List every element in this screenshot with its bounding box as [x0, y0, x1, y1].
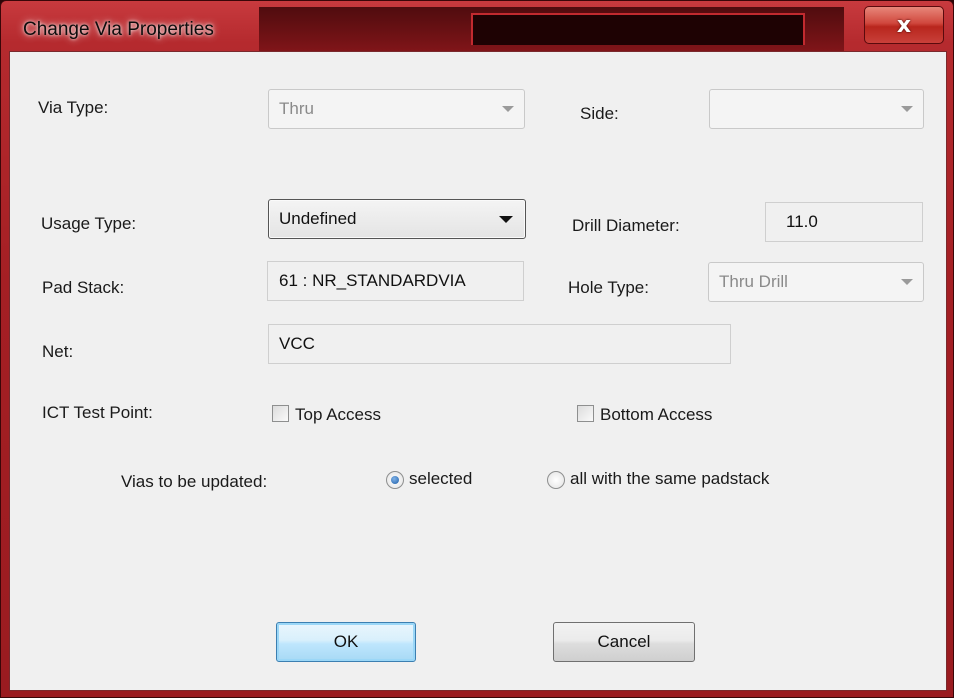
pad-stack-field[interactable]: 61 : NR_STANDARDVIA — [267, 261, 524, 301]
chevron-down-icon — [901, 106, 913, 112]
usage-type-label: Usage Type: — [41, 214, 137, 233]
net-field[interactable]: VCC — [268, 324, 731, 364]
net-value: VCC — [279, 334, 315, 353]
radio-selected-dot — [391, 476, 399, 484]
hole-type-value: Thru Drill — [719, 272, 788, 291]
top-access-label[interactable]: Top Access — [295, 405, 381, 425]
ict-test-point-label: ICT Test Point: — [42, 403, 153, 422]
usage-type-dropdown[interactable]: Undefined — [268, 199, 526, 239]
hole-type-label: Hole Type: — [568, 278, 649, 297]
chevron-down-icon — [502, 106, 514, 112]
via-type-label: Via Type: — [38, 98, 109, 117]
cancel-button[interactable]: Cancel — [553, 622, 695, 662]
same-padstack-radio[interactable] — [547, 471, 565, 489]
drill-diameter-value: 11.0 — [786, 212, 818, 231]
side-dropdown[interactable] — [709, 89, 924, 129]
pad-stack-value: 61 : NR_STANDARDVIA — [279, 271, 466, 290]
vias-update-label: Vias to be updated: — [121, 472, 268, 491]
dialog-client-area: Via Type: Thru Side: Usage Type: Undefin… — [9, 51, 947, 691]
chevron-down-icon — [499, 216, 513, 223]
net-label: Net: — [42, 342, 74, 361]
close-button[interactable]: x — [864, 6, 944, 44]
top-access-checkbox[interactable] — [272, 405, 289, 422]
pad-stack-label: Pad Stack: — [42, 278, 125, 297]
selected-radio-label[interactable]: selected — [409, 469, 472, 489]
ok-button[interactable]: OK — [276, 622, 416, 662]
usage-type-value: Undefined — [279, 209, 357, 228]
bottom-access-checkbox[interactable] — [577, 405, 594, 422]
bottom-access-label[interactable]: Bottom Access — [600, 405, 712, 425]
chevron-down-icon — [901, 279, 913, 285]
drill-diameter-label: Drill Diameter: — [572, 216, 680, 235]
drill-diameter-field[interactable]: 11.0 — [765, 202, 923, 242]
hole-type-dropdown[interactable]: Thru Drill — [708, 262, 924, 302]
via-type-value: Thru — [279, 99, 314, 118]
title-bar-background-panel — [471, 13, 805, 45]
side-label: Side: — [580, 104, 619, 123]
via-type-dropdown[interactable]: Thru — [268, 89, 525, 129]
selected-radio[interactable] — [386, 471, 404, 489]
dialog-window: Change Via Properties x Via Type: Thru S… — [0, 0, 954, 698]
same-padstack-radio-label[interactable]: all with the same padstack — [570, 469, 769, 489]
close-icon: x — [896, 12, 912, 38]
dialog-title: Change Via Properties — [23, 19, 214, 40]
